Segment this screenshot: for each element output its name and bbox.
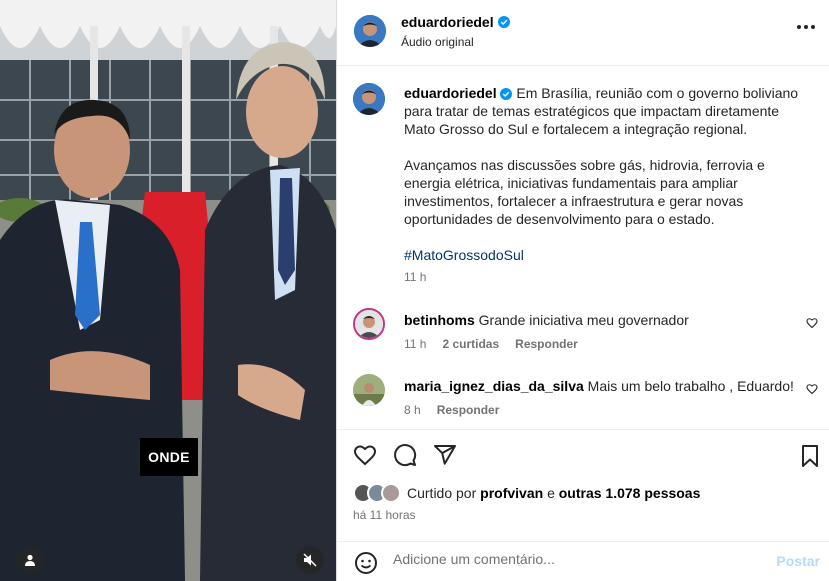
video-caption-overlay: ONDE [140, 438, 198, 476]
add-comment-bar: Postar [337, 541, 829, 581]
share-icon[interactable] [433, 443, 457, 467]
liked-by-user[interactable]: profvivan [480, 485, 543, 501]
verified-badge-icon [497, 16, 510, 28]
comment-icon[interactable] [393, 443, 417, 467]
avatar[interactable] [353, 83, 385, 115]
comment-input[interactable] [393, 551, 753, 567]
heart-icon[interactable] [806, 317, 818, 329]
liked-by-prefix: Curtido por [407, 485, 477, 501]
caption-paragraph-2: Avançamos nas discussões sobre gás, hidr… [404, 157, 765, 227]
more-horizontal-icon[interactable] [797, 25, 815, 29]
caption-username[interactable]: eduardoriedel [404, 85, 497, 101]
verified-badge-icon [500, 88, 513, 100]
post-panel: eduardoriedel Áudio original eduardoried… [336, 0, 829, 581]
liked-by-others[interactable]: outras 1.078 pessoas [559, 485, 701, 501]
hashtag-link[interactable]: #MatoGrossodoSul [404, 246, 809, 264]
comment-username[interactable]: maria_ignez_dias_da_silva [404, 378, 584, 394]
comments-section: eduardoriedel Em Brasília, reunião com o… [337, 67, 829, 429]
liked-by-conj: e [547, 485, 555, 501]
comment-likes[interactable]: 2 curtidas [442, 337, 499, 351]
reply-button[interactable]: Responder [515, 337, 578, 351]
audio-link[interactable]: Áudio original [401, 35, 474, 49]
heart-icon[interactable] [353, 443, 377, 467]
comment-username[interactable]: betinhoms [404, 312, 475, 328]
post-header: eduardoriedel Áudio original [337, 0, 829, 66]
comment-text: Grande iniciativa meu governador [478, 312, 689, 328]
avatar[interactable] [353, 308, 385, 340]
bookmark-icon[interactable] [798, 444, 822, 468]
user-icon [25, 554, 35, 566]
header-username[interactable]: eduardoriedel [401, 14, 494, 30]
comment-time[interactable]: 8 h [404, 403, 421, 417]
heart-icon[interactable] [806, 383, 818, 395]
avatar[interactable] [354, 15, 386, 47]
mute-button[interactable] [296, 546, 324, 574]
post-time-ago[interactable]: há 11 horas [353, 508, 416, 522]
avatar[interactable] [353, 374, 385, 406]
comment-time[interactable]: 11 h [404, 337, 426, 351]
reply-button[interactable]: Responder [437, 403, 500, 417]
comment-text: Mais um belo trabalho , Eduardo! [587, 378, 794, 394]
post-video[interactable]: ONDE [0, 0, 336, 581]
post-comment-button[interactable]: Postar [776, 553, 820, 569]
emoji-icon[interactable] [354, 551, 378, 575]
post-actions: Curtido por profvivan e outras 1.078 pes… [337, 429, 829, 549]
liker-avatars [353, 483, 401, 503]
tagged-users-button[interactable] [16, 546, 44, 574]
caption-time[interactable]: 11 h [404, 270, 426, 284]
speaker-muted-icon [303, 553, 317, 567]
likes-summary[interactable]: Curtido por profvivan e outras 1.078 pes… [353, 483, 700, 503]
video-frame [0, 0, 336, 581]
